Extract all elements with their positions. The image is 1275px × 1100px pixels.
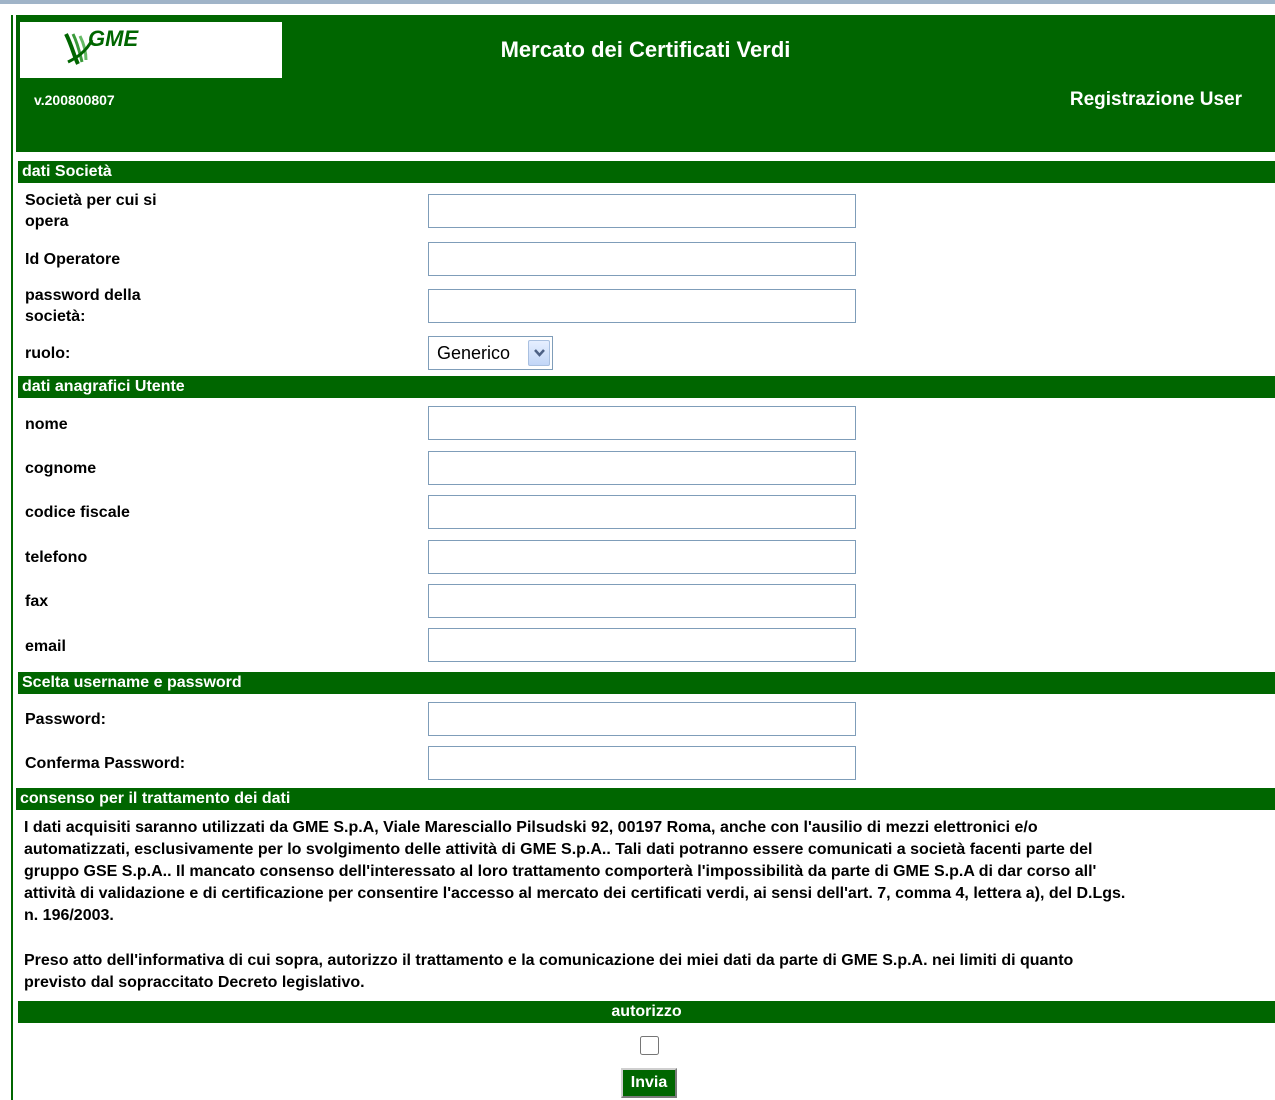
role-select-value: Generico [437,343,511,363]
company-label-line1: Società per cui si [25,192,157,209]
company-label-line2: opera [25,213,69,230]
operator-id-input[interactable] [428,242,856,276]
consent-paragraph-1: I dati acquisiti saranno utilizzati da G… [24,817,1274,927]
surname-label: cognome [25,460,97,477]
email-label: email [25,638,66,655]
name-input[interactable] [428,406,856,440]
phone-label: telefono [25,549,88,566]
company-password-label-line2: società: [25,308,86,325]
surname-input[interactable] [428,451,856,485]
consent-line: I dati acquisiti saranno utilizzati da G… [24,819,1038,836]
section-header-consent: consenso per il trattamento dei dati [16,788,1275,810]
consent-line: Preso atto dell'informativa di cui sopra… [24,952,1074,969]
role-select[interactable]: Generico [428,336,553,370]
page-title: Registrazione User [1069,89,1242,110]
company-label: Società per cui si opera [25,190,157,232]
operator-id-label: Id Operatore [25,251,121,268]
page-header: GME Mercato dei Certificati Verdi v.2008… [16,15,1275,152]
consent-line: gruppo GSE S.p.A.. Il mancato consenso d… [24,863,1097,880]
role-dropdown-button[interactable] [528,340,550,366]
consent-line: attività di validazione e di certificazi… [24,885,1126,902]
confirm-password-input[interactable] [428,746,856,780]
password-input[interactable] [428,702,856,736]
company-input[interactable] [428,194,856,228]
consent-paragraph-2: Preso atto dell'informativa di cui sopra… [24,950,1274,994]
version-label: v.200800807 [34,92,115,108]
company-password-input[interactable] [428,289,856,323]
tax-code-input[interactable] [428,495,856,529]
company-password-label-line1: password della [25,287,141,304]
left-border [11,15,13,1100]
section-header-company: dati Società [18,161,1275,183]
consent-line: previsto dal sopraccitato Decreto legisl… [24,974,365,991]
submit-button[interactable]: Invia [621,1068,677,1098]
authorize-header: autorizzo [18,1001,1275,1023]
password-label: Password: [25,711,106,728]
fax-input[interactable] [428,584,856,618]
fax-label: fax [25,593,49,610]
role-label: ruolo: [25,345,71,362]
name-label: nome [25,416,68,433]
company-password-label: password della società: [25,285,141,327]
consent-line: n. 196/2003. [24,907,114,924]
consent-line: automatizzati, esclusivamente per lo svo… [24,841,1093,858]
chevron-down-icon [534,349,545,357]
section-header-credentials: Scelta username e password [18,672,1275,694]
app-title: Mercato dei Certificati Verdi [500,37,791,62]
window-top-border [0,0,1275,4]
tax-code-label: codice fiscale [25,504,130,521]
phone-input[interactable] [428,540,856,574]
confirm-password-label: Conferma Password: [25,755,186,772]
email-input[interactable] [428,628,856,662]
authorize-checkbox[interactable] [640,1036,659,1055]
section-header-user: dati anagrafici Utente [18,376,1275,398]
